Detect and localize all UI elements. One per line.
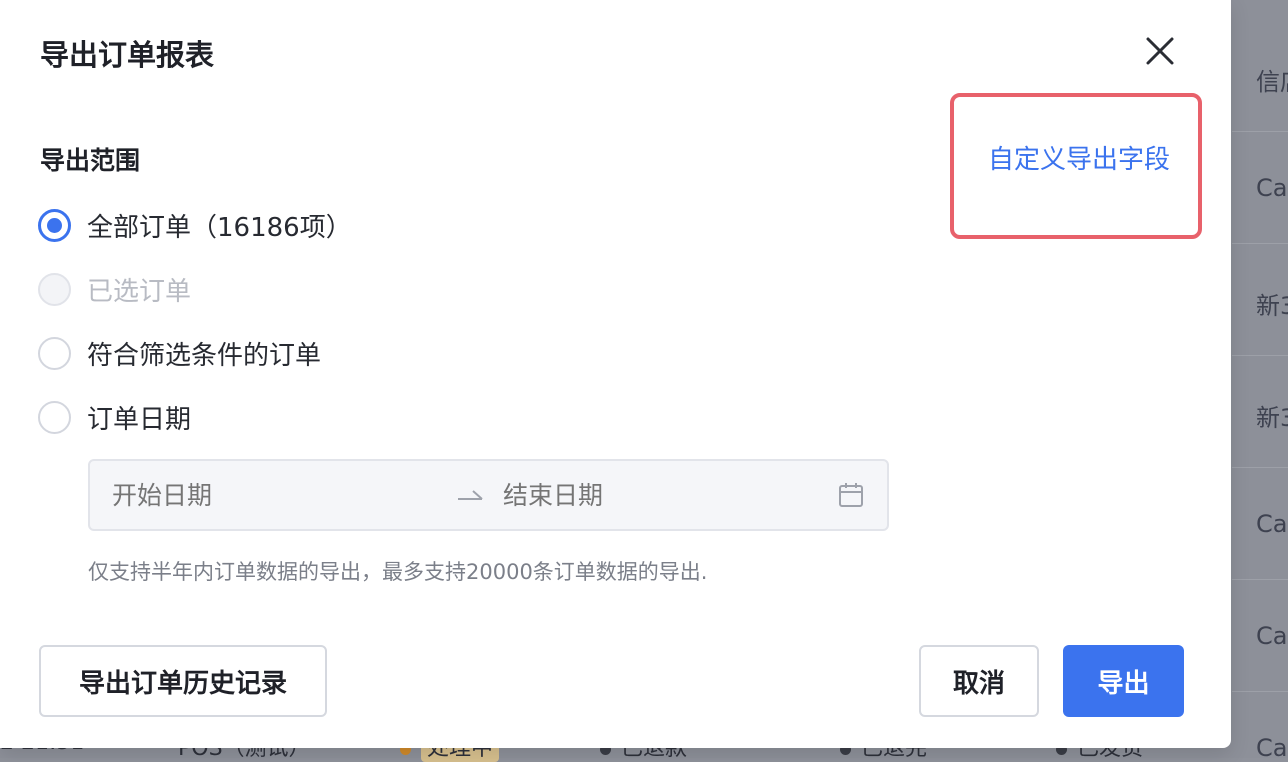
close-icon	[1146, 37, 1174, 65]
radio-button[interactable]	[38, 208, 71, 242]
radio-button[interactable]	[38, 400, 71, 434]
radio-selected-orders[interactable]: 已选订单	[38, 271, 191, 307]
arrow-right-icon	[458, 490, 483, 500]
background-cell: Ca	[1256, 622, 1288, 650]
radio-order-date[interactable]: 订单日期	[38, 399, 191, 435]
radio-button[interactable]	[38, 272, 71, 306]
background-cell: Ca	[1256, 510, 1288, 538]
radio-button[interactable]	[38, 336, 71, 370]
calendar-icon[interactable]	[837, 481, 865, 509]
dialog-title: 导出订单报表	[40, 38, 215, 72]
export-limit-hint: 仅支持半年内订单数据的导出，最多支持20000条订单数据的导出.	[88, 560, 708, 584]
radio-label: 订单日期	[87, 404, 192, 435]
background-cell: 新3	[1256, 292, 1288, 320]
custom-export-fields-link[interactable]: 自定义导出字段	[988, 139, 1170, 176]
radio-filtered-orders[interactable]: 符合筛选条件的订单	[38, 335, 321, 371]
end-date-input[interactable]	[503, 481, 803, 510]
cancel-button[interactable]: 取消	[919, 645, 1039, 717]
radio-label: 符合筛选条件的订单	[87, 340, 322, 371]
background-cell: Ca	[1256, 174, 1288, 202]
export-scope-label: 导出范围	[40, 146, 141, 175]
radio-label: 全部订单（16186项）	[87, 212, 352, 243]
export-button[interactable]: 导出	[1063, 645, 1184, 717]
background-cell: 信店	[1256, 68, 1288, 96]
export-orders-dialog: 导出订单报表 导出范围 自定义导出字段 全部订单（16186项） 已选订单 符合…	[0, 0, 1231, 748]
start-date-input[interactable]	[112, 481, 412, 510]
background-cell: 新3	[1256, 404, 1288, 432]
date-range-picker[interactable]	[88, 459, 889, 531]
radio-label: 已选订单	[87, 276, 192, 307]
radio-all-orders[interactable]: 全部订单（16186项）	[38, 207, 352, 243]
close-button[interactable]	[1140, 33, 1180, 73]
export-history-button[interactable]: 导出订单历史记录	[39, 645, 327, 717]
